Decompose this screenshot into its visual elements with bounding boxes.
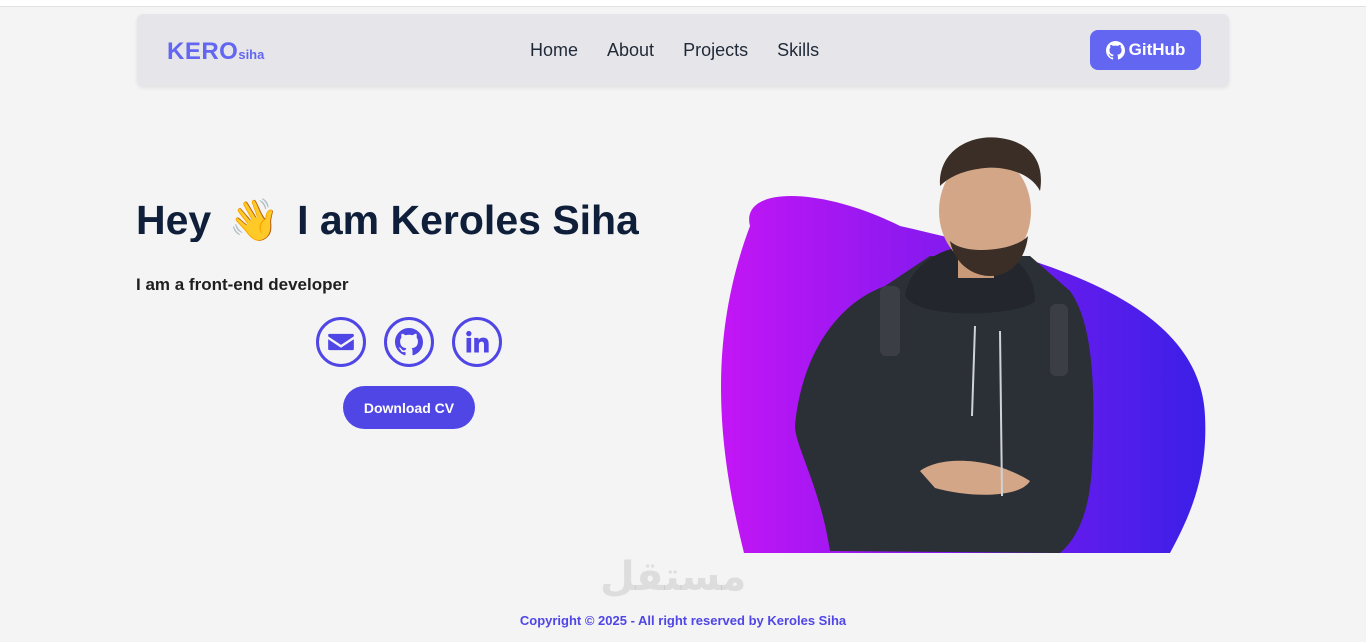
hero-subtitle: I am a front-end developer bbox=[136, 275, 349, 294]
hero-title-suffix: I am Keroles Siha bbox=[297, 197, 639, 242]
brand-logo[interactable]: KEROsiha bbox=[167, 38, 264, 66]
github-button-label: GitHub bbox=[1128, 40, 1186, 59]
download-cv-button[interactable]: Download CV bbox=[343, 386, 475, 429]
github-icon bbox=[395, 328, 423, 356]
navbar: KEROsiha Home About Projects Skills GitH… bbox=[137, 14, 1229, 86]
top-border bbox=[0, 6, 1366, 7]
footer-copyright: Copyright © 2025 - All right reserved by… bbox=[519, 613, 847, 628]
linkedin-link[interactable] bbox=[452, 317, 502, 367]
nav-link-home[interactable]: Home bbox=[530, 40, 578, 61]
hero-title: Hey 👋 I am Keroles Siha bbox=[136, 196, 639, 242]
github-button[interactable]: GitHub bbox=[1090, 30, 1201, 70]
email-link[interactable] bbox=[316, 317, 366, 367]
linkedin-icon bbox=[466, 330, 489, 353]
watermark: مستقل bbox=[600, 554, 747, 600]
github-link[interactable] bbox=[384, 317, 434, 367]
nav-link-skills[interactable]: Skills bbox=[777, 40, 819, 61]
envelope-icon bbox=[328, 333, 354, 351]
social-links bbox=[316, 317, 502, 367]
github-icon bbox=[1105, 40, 1125, 60]
brand-main: KERO bbox=[167, 38, 239, 65]
nav-link-about[interactable]: About bbox=[607, 40, 654, 61]
brand-sub: siha bbox=[238, 47, 265, 62]
nav-links: Home About Projects Skills bbox=[530, 40, 819, 61]
nav-link-projects[interactable]: Projects bbox=[683, 40, 748, 61]
hero-title-prefix: Hey bbox=[136, 197, 212, 242]
waving-hand-icon: 👋 bbox=[228, 197, 280, 242]
profile-portrait bbox=[721, 137, 1206, 553]
